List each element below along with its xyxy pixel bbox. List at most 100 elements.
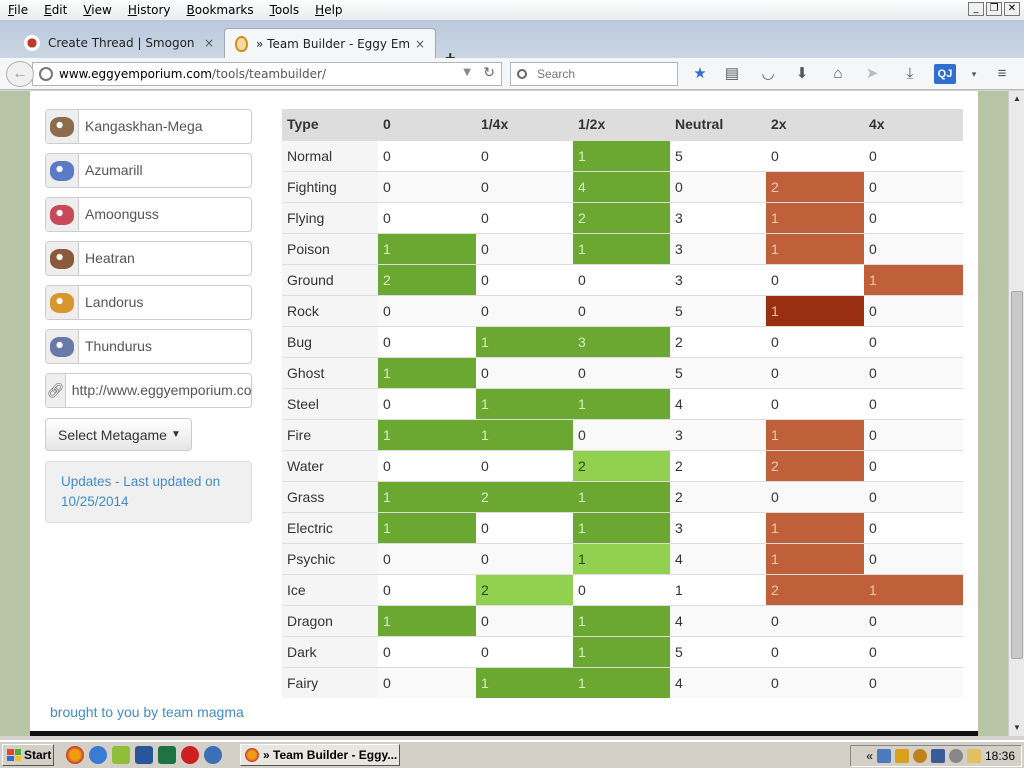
reload-icon[interactable]: ↻ bbox=[483, 65, 495, 81]
scroll-up-arrow-icon[interactable]: ▲ bbox=[1009, 91, 1024, 107]
smogon-favicon-icon bbox=[24, 35, 40, 51]
back-button[interactable]: ← bbox=[6, 61, 34, 87]
credits-link[interactable]: brought to you by team magma bbox=[50, 704, 244, 720]
header-immune: 0 bbox=[378, 109, 476, 140]
team-slot-2[interactable]: Azumarill bbox=[45, 153, 252, 188]
heatran-sprite-icon bbox=[50, 248, 74, 269]
immune-cell: 1 bbox=[378, 356, 476, 388]
clock: 18:36 bbox=[984, 749, 1015, 763]
type-cell: Poison bbox=[282, 232, 378, 264]
table-row: Fighting 0 0 4 0 2 0 bbox=[282, 170, 963, 202]
menu-view[interactable]: View bbox=[75, 3, 119, 17]
team-slot-1[interactable]: Kangaskhan-Mega bbox=[45, 109, 252, 144]
landorus-sprite-icon bbox=[50, 292, 74, 313]
quadruple-cell: 0 bbox=[864, 511, 963, 543]
extension-dropdown-icon[interactable]: ▾ bbox=[964, 64, 984, 84]
immune-cell: 1 bbox=[378, 604, 476, 636]
team-slot-4[interactable]: Heatran bbox=[45, 241, 252, 276]
type-cell: Grass bbox=[282, 480, 378, 512]
notes-tray-icon[interactable] bbox=[966, 749, 981, 763]
table-row: Steel 0 1 1 4 0 0 bbox=[282, 387, 963, 419]
scroll-down-arrow-icon[interactable]: ▼ bbox=[1009, 720, 1024, 736]
firefox-quicklaunch-icon[interactable] bbox=[66, 746, 84, 764]
download-arrow-icon[interactable]: ⬇ bbox=[792, 64, 812, 84]
tray-expand-icon[interactable]: « bbox=[866, 749, 873, 763]
type-cell: Water bbox=[282, 449, 378, 481]
tab-team-builder[interactable]: » Team Builder - Eggy Emporium × bbox=[224, 28, 436, 58]
header-type: Type bbox=[282, 109, 378, 140]
menu-bar: File Edit View History Bookmarks Tools Help bbox=[0, 0, 1024, 20]
pocket-icon[interactable]: ◡ bbox=[758, 64, 778, 84]
excel-quicklaunch-icon[interactable] bbox=[158, 746, 176, 764]
kangaskhan-sprite-icon bbox=[50, 116, 74, 137]
vertical-scrollbar[interactable]: ▲ ▼ bbox=[1008, 91, 1024, 736]
home-icon[interactable]: ⌂ bbox=[828, 64, 848, 84]
opera-quicklaunch-icon[interactable] bbox=[181, 746, 199, 764]
table-header-row: Type 0 1/4x 1/2x Neutral 2x 4x bbox=[282, 109, 963, 140]
menu-tools[interactable]: Tools bbox=[262, 3, 308, 17]
quarter-cell: 0 bbox=[476, 263, 573, 295]
url-bar[interactable]: www.eggyemporium.com/tools/teambuilder/ … bbox=[32, 62, 502, 86]
menu-edit[interactable]: Edit bbox=[36, 3, 75, 17]
quarter-cell: 0 bbox=[476, 635, 573, 667]
restore-button[interactable]: ❐ bbox=[986, 2, 1002, 16]
quarter-cell: 1 bbox=[476, 325, 573, 357]
close-tab-icon[interactable]: × bbox=[415, 37, 425, 51]
type-cell: Fighting bbox=[282, 170, 378, 202]
menu-file[interactable]: File bbox=[0, 3, 36, 17]
browser-quicklaunch-icon[interactable] bbox=[89, 746, 107, 764]
immune-cell: 0 bbox=[378, 201, 476, 233]
updates-link[interactable]: Updates - Last updated on 10/25/2014 bbox=[61, 474, 220, 509]
volume-tray-icon[interactable] bbox=[948, 749, 963, 763]
select-metagame-button[interactable]: Select Metagame ▼ bbox=[45, 418, 192, 451]
team-slot-5[interactable]: Landorus bbox=[45, 285, 252, 320]
minimize-button[interactable]: _ bbox=[968, 2, 984, 16]
quadruple-cell: 0 bbox=[864, 387, 963, 419]
double-cell: 2 bbox=[766, 170, 864, 202]
url-dropdown-icon[interactable]: ▼ bbox=[463, 67, 471, 78]
navigation-bar: www.eggyemporium.com/tools/teambuilder/ … bbox=[0, 58, 1024, 90]
windows-logo-icon bbox=[7, 749, 21, 761]
menu-bookmarks[interactable]: Bookmarks bbox=[179, 3, 262, 17]
downloads-icon[interactable]: ⤓ bbox=[900, 64, 920, 84]
export-link-field[interactable]: 🔗︎ http://www.eggyemporium.com/tools/tea… bbox=[45, 373, 252, 408]
url-host: www.eggyemporium.com bbox=[59, 67, 212, 81]
hamburger-menu-icon[interactable]: ≡ bbox=[992, 64, 1012, 84]
scrollbar-thumb[interactable] bbox=[1011, 291, 1023, 659]
search-icon bbox=[517, 69, 527, 79]
url-path: /tools/teambuilder/ bbox=[211, 67, 326, 81]
tab-smogon[interactable]: Create Thread | Smogon Foru... × bbox=[14, 28, 224, 58]
team-slot-6[interactable]: Thundurus bbox=[45, 329, 252, 364]
half-cell: 2 bbox=[573, 201, 670, 233]
start-button[interactable]: Start bbox=[2, 744, 54, 766]
bookmark-star-icon[interactable]: ★ bbox=[690, 64, 710, 84]
reading-list-icon[interactable]: ▤ bbox=[722, 64, 742, 84]
menu-history[interactable]: History bbox=[120, 3, 179, 17]
quadruple-cell: 0 bbox=[864, 542, 963, 574]
updates-panel[interactable]: Updates - Last updated on 10/25/2014 bbox=[45, 461, 252, 523]
display-tray-icon[interactable] bbox=[930, 749, 945, 763]
media-player-quicklaunch-icon[interactable] bbox=[204, 746, 222, 764]
double-cell: 0 bbox=[766, 480, 864, 512]
word-quicklaunch-icon[interactable] bbox=[135, 746, 153, 764]
quadruple-cell: 0 bbox=[864, 480, 963, 512]
taskbar-firefox-window[interactable]: » Team Builder - Eggy... bbox=[240, 744, 400, 766]
network-tray-icon[interactable] bbox=[876, 749, 891, 763]
quarter-cell: 2 bbox=[476, 480, 573, 512]
close-tab-icon[interactable]: × bbox=[204, 36, 214, 50]
qj-extension-icon[interactable]: QJ bbox=[934, 64, 956, 84]
table-row: Bug 0 1 3 2 0 0 bbox=[282, 325, 963, 357]
share-icon[interactable]: ➤ bbox=[862, 64, 882, 84]
search-input[interactable]: Search bbox=[510, 62, 678, 86]
globe-tray-icon[interactable] bbox=[912, 749, 927, 763]
menu-help[interactable]: Help bbox=[307, 3, 350, 17]
header-neutral: Neutral bbox=[670, 109, 766, 140]
notepad-quicklaunch-icon[interactable] bbox=[112, 746, 130, 764]
immune-cell: 0 bbox=[378, 573, 476, 605]
double-cell: 0 bbox=[766, 263, 864, 295]
warning-tray-icon[interactable] bbox=[894, 749, 909, 763]
quadruple-cell: 0 bbox=[864, 666, 963, 698]
table-row: Dragon 1 0 1 4 0 0 bbox=[282, 604, 963, 636]
close-window-button[interactable]: ✕ bbox=[1004, 2, 1020, 16]
team-slot-3[interactable]: Amoonguss bbox=[45, 197, 252, 232]
